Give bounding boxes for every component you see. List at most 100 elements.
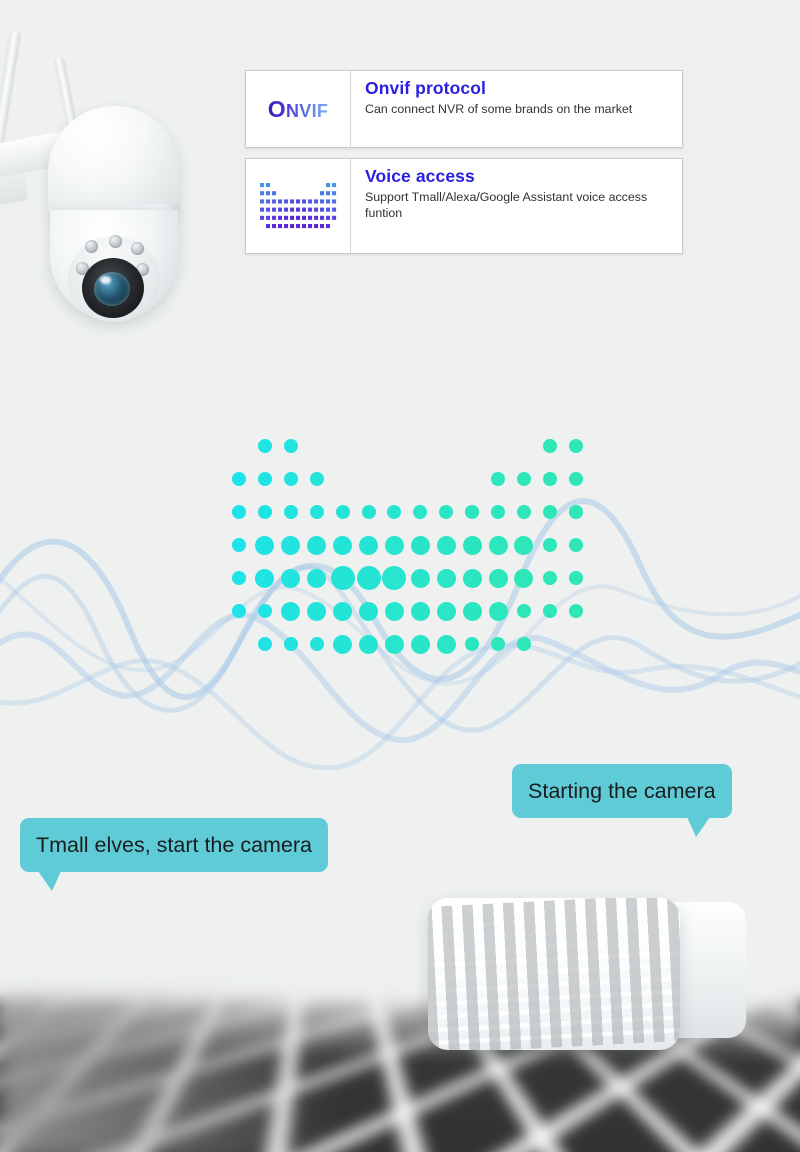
matrix-dot <box>361 505 376 519</box>
matrix-dot <box>257 505 272 519</box>
matrix-dot <box>542 505 557 519</box>
matrix-dot <box>257 439 272 453</box>
matrix-dot <box>410 601 430 621</box>
voice-icon-dot <box>326 191 331 196</box>
matrix-dot <box>514 568 534 588</box>
voice-icon-dot <box>278 199 283 204</box>
matrix-dot <box>436 601 456 621</box>
matrix-dot <box>333 535 353 555</box>
matrix-dot <box>307 601 327 621</box>
camera-lens-glint <box>100 276 111 284</box>
matrix-dot <box>359 601 378 621</box>
matrix-dot <box>384 601 404 621</box>
matrix-dot <box>283 637 298 651</box>
camera-ir-led <box>109 235 122 248</box>
voice-icon-dot <box>326 199 331 204</box>
matrix-dot <box>387 505 402 519</box>
matrix-dot <box>568 439 583 453</box>
voice-icon-dot <box>272 224 277 229</box>
matrix-dot <box>568 571 583 585</box>
voice-icon-dot <box>320 199 325 204</box>
onvif-card-description: Can connect NVR of some brands on the ma… <box>365 101 633 116</box>
matrix-dot <box>283 439 298 453</box>
voice-icon-dot <box>266 207 271 212</box>
speech-bubble-assistant: Starting the camera <box>512 764 732 837</box>
voice-icon-dot <box>296 207 301 212</box>
voice-icon-cell <box>246 159 351 253</box>
voice-icon-dot <box>302 199 307 204</box>
voice-icon-dot <box>314 215 319 220</box>
matrix-dot <box>232 472 246 486</box>
matrix-dot <box>488 601 508 621</box>
matrix-dot <box>257 604 272 618</box>
voice-card-description: Support Tmall/Alexa/Google Assistant voi… <box>365 189 648 221</box>
onvif-text-cell: Onvif protocol Can connect NVR of some b… <box>351 71 682 147</box>
matrix-dot <box>491 505 505 519</box>
matrix-dot <box>568 604 583 618</box>
matrix-dot <box>307 568 327 588</box>
voice-icon-dot <box>278 207 283 212</box>
matrix-dot <box>307 535 327 555</box>
matrix-dot <box>542 571 557 585</box>
voice-icon-dot <box>302 207 307 212</box>
matrix-dot <box>542 538 557 552</box>
onvif-logo-cell: ONVIF <box>246 71 351 147</box>
matrix-dot <box>330 566 355 590</box>
matrix-dot <box>359 535 378 555</box>
matrix-dot <box>488 568 508 588</box>
matrix-dot <box>491 637 505 651</box>
voice-icon-dot <box>308 215 313 220</box>
voice-icon-dot <box>266 224 271 229</box>
voice-icon-dot <box>266 183 271 188</box>
matrix-dot <box>309 637 324 651</box>
matrix-dot <box>465 637 480 651</box>
speaker-grille <box>428 898 680 1050</box>
voice-icon-dot <box>278 215 283 220</box>
matrix-dot <box>542 439 557 453</box>
matrix-dot <box>516 604 531 618</box>
matrix-dot <box>255 568 275 588</box>
voice-icon-dot <box>284 215 289 220</box>
voice-icon-dot <box>296 224 301 229</box>
voice-icon-dot <box>290 207 295 212</box>
voice-icon-dot <box>332 207 337 212</box>
voice-icon-dot <box>266 215 271 220</box>
ptz-camera-image <box>0 18 204 348</box>
matrix-dot <box>333 601 353 621</box>
voice-icon-dot <box>320 224 325 229</box>
voice-icon-dot <box>284 224 289 229</box>
camera-ir-led <box>131 242 144 255</box>
matrix-dot <box>436 634 456 654</box>
matrix-dot <box>255 535 275 555</box>
voice-icon-dot <box>272 191 277 196</box>
voice-waveform-dot-matrix <box>205 430 595 655</box>
product-feature-panel: ONVIF Onvif protocol Can connect NVR of … <box>0 0 800 1152</box>
voice-icon-dot <box>332 215 337 220</box>
voice-icon-dot <box>332 191 337 196</box>
voice-icon-dot <box>314 207 319 212</box>
matrix-dot <box>281 568 301 588</box>
speech-bubble-user: Tmall elves, start the camera <box>20 818 329 891</box>
matrix-dot <box>516 637 531 651</box>
voice-icon-dot <box>296 199 301 204</box>
voice-icon-dot <box>272 207 277 212</box>
voice-icon-dot <box>308 199 313 204</box>
matrix-dot <box>359 634 378 654</box>
camera-lens-glass <box>94 272 130 306</box>
feature-card-voice[interactable]: Voice access Support Tmall/Alexa/Google … <box>245 158 683 254</box>
voice-icon-dot <box>266 191 271 196</box>
matrix-dot <box>410 568 430 588</box>
voice-icon-dot <box>332 199 337 204</box>
voice-icon-dot <box>272 199 277 204</box>
matrix-dot <box>382 566 407 590</box>
voice-icon-dot <box>260 199 265 204</box>
voice-card-title: Voice access <box>365 166 475 186</box>
voice-icon-dot <box>326 224 331 229</box>
matrix-dot <box>436 535 456 555</box>
feature-card-onvif[interactable]: ONVIF Onvif protocol Can connect NVR of … <box>245 70 683 148</box>
voice-icon-dot <box>302 224 307 229</box>
matrix-dot <box>335 505 350 519</box>
matrix-dot <box>413 505 428 519</box>
matrix-dot <box>257 472 272 486</box>
voice-icon-dot <box>260 183 265 188</box>
